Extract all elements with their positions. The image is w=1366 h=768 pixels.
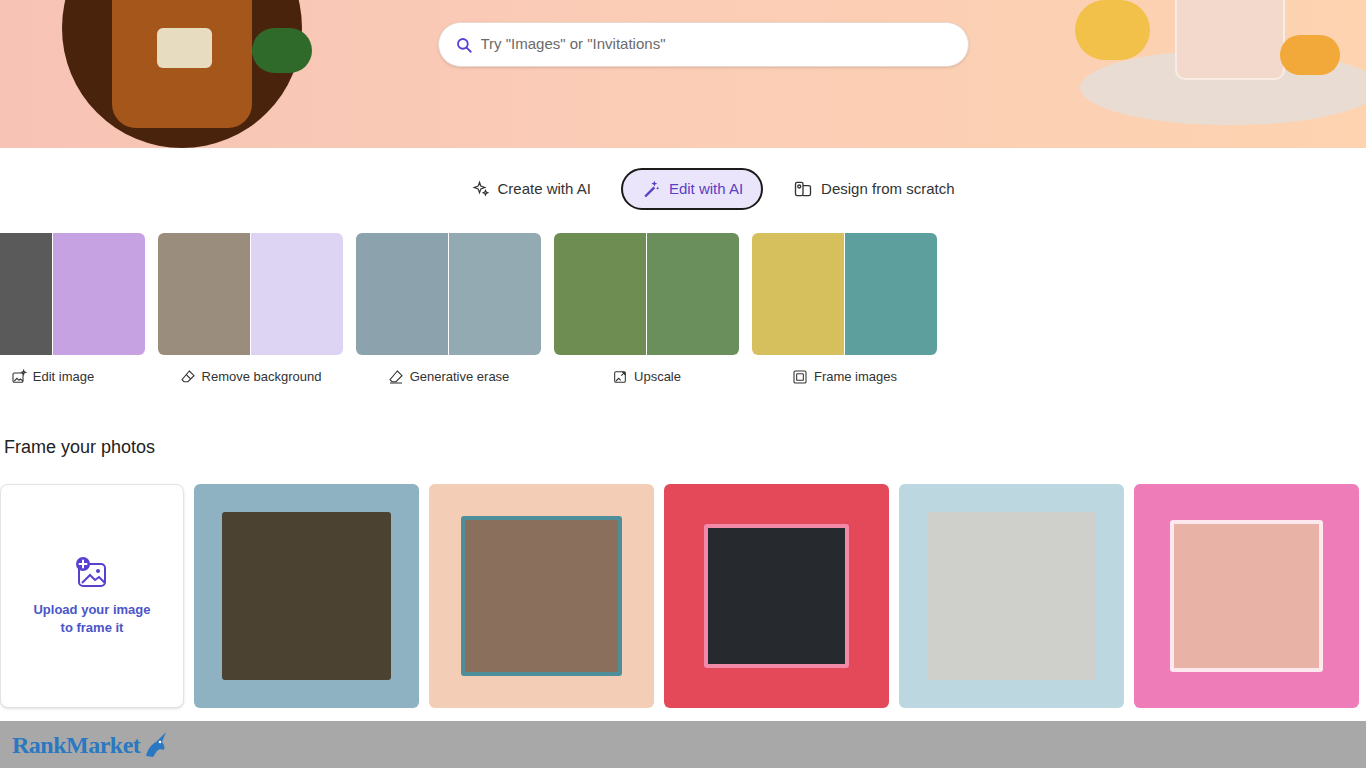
design-icon	[793, 179, 813, 199]
watermark-logo: RankMarket	[12, 727, 140, 763]
hero-banner	[0, 0, 1366, 148]
tool-label[interactable]: Generative erase	[410, 367, 510, 387]
tool-label[interactable]: Remove background	[202, 367, 322, 387]
tool-preview[interactable]	[752, 233, 937, 355]
tool-card[interactable]: Upscale	[554, 233, 739, 387]
tool-label[interactable]: Edit image	[33, 367, 94, 387]
honey-photo	[62, 0, 302, 148]
sparkle-icon	[472, 180, 490, 198]
magic-wand-icon	[641, 179, 661, 199]
tab-label[interactable]: Design from scratch	[821, 178, 954, 201]
search-icon	[455, 36, 473, 54]
flower-frame-template[interactable]	[1134, 484, 1359, 708]
search-bar[interactable]	[438, 22, 969, 67]
tool-label[interactable]: Frame images	[814, 367, 897, 387]
tab-label[interactable]: Create with AI	[498, 178, 591, 201]
eraser-icon	[180, 369, 196, 385]
tool-preview[interactable]	[158, 233, 343, 355]
makeup-frame-template[interactable]	[664, 484, 889, 708]
edit-image-icon	[11, 369, 27, 385]
page: Create with AI Edit with AI Design from sc…	[0, 0, 1366, 768]
tool-row: Edit image Remove background Generative er…	[0, 233, 1366, 387]
tool-card[interactable]: Frame images	[752, 233, 937, 387]
mode-tab[interactable]: Design from scratch	[789, 168, 958, 210]
upload-card[interactable]: Upload your image to frame it	[0, 484, 184, 708]
erase-icon	[388, 369, 404, 385]
tab-label[interactable]: Edit with AI	[669, 178, 743, 201]
autumn-frame-template[interactable]	[194, 484, 419, 708]
mode-tab[interactable]: Create with AI	[468, 168, 595, 210]
tool-card[interactable]: Edit image	[0, 233, 145, 387]
tool-card[interactable]: Remove background	[158, 233, 343, 387]
baby-frame-template[interactable]	[429, 484, 654, 708]
frame-row: Upload your image to frame it	[0, 484, 1366, 708]
venice-frame-template[interactable]	[899, 484, 1124, 708]
tool-label[interactable]: Upscale	[634, 367, 681, 387]
mode-tab[interactable]: Edit with AI	[621, 168, 763, 210]
mode-tabs: Create with AI Edit with AI Design from sc…	[0, 168, 1366, 210]
section-heading: Frame your photos	[4, 435, 1366, 459]
frame-icon	[792, 369, 808, 385]
tool-preview[interactable]	[554, 233, 739, 355]
tool-preview[interactable]	[356, 233, 541, 355]
watermark-bar: RankMarket	[0, 721, 1366, 768]
search-input[interactable]	[481, 33, 952, 56]
image-plus-icon	[74, 555, 110, 591]
tool-preview[interactable]	[0, 233, 145, 355]
upscale-icon	[612, 369, 628, 385]
unicorn-icon	[142, 730, 170, 760]
upload-label[interactable]: Upload your image to frame it	[27, 601, 157, 637]
tool-card[interactable]: Generative erase	[356, 233, 541, 387]
